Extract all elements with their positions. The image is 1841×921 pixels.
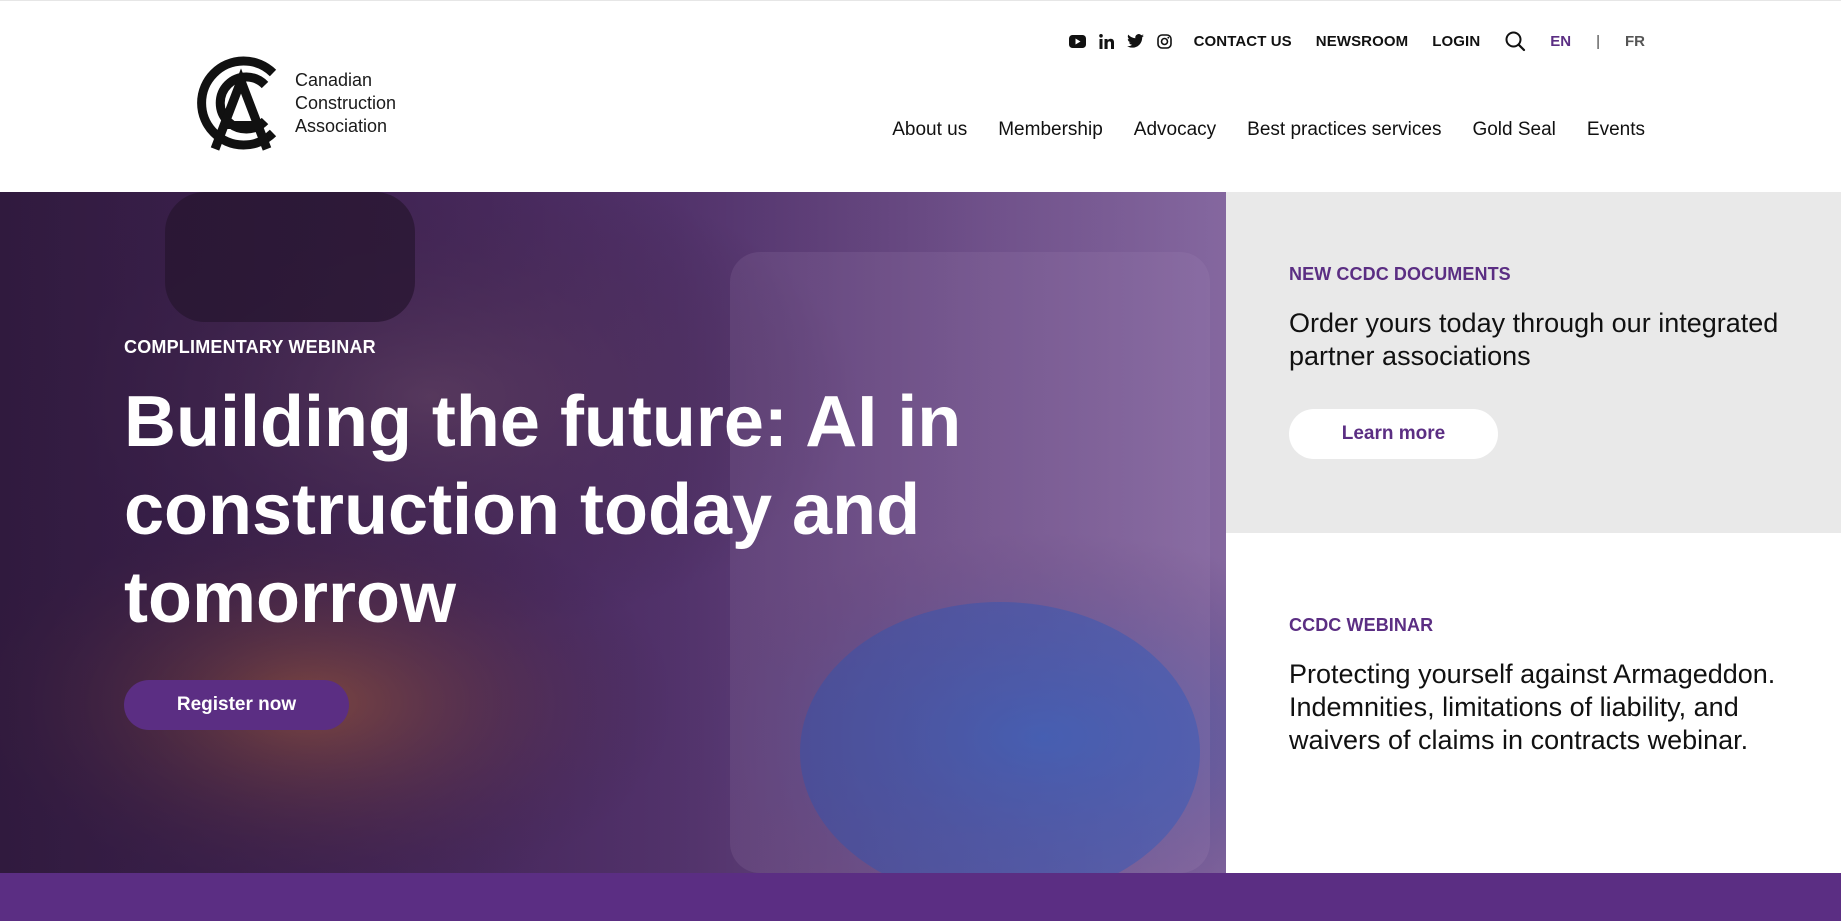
bottom-purple-bar: [0, 873, 1841, 921]
nav-item-gold-seal[interactable]: Gold Seal: [1472, 119, 1555, 141]
nav-item-about-us[interactable]: About us: [892, 119, 967, 141]
brand-name-line: Association: [295, 115, 388, 136]
contact-us-link[interactable]: CONTACT US: [1194, 33, 1292, 50]
search-icon[interactable]: [1504, 30, 1526, 52]
login-link[interactable]: LOGIN: [1432, 33, 1480, 50]
nav-item-membership[interactable]: Membership: [998, 119, 1103, 141]
promo-panel-ccdc-documents: NEW CCDC DOCUMENTS Order yours today thr…: [1226, 192, 1841, 533]
hero-title-line: tomorrow: [124, 558, 456, 638]
hero-banner: COMPLIMENTARY WEBINAR Building the futur…: [0, 192, 1226, 873]
promo-panel-content: NEW CCDC DOCUMENTS Order yours today thr…: [1289, 264, 1801, 459]
language-fr-link[interactable]: FR: [1625, 33, 1645, 50]
promo-panel-ccdc-webinar: CCDC WEBINAR Protecting yourself against…: [1226, 533, 1841, 873]
site-header: Canadian Construction Association CONTAC…: [0, 0, 1841, 192]
hero-title-line: Building the future: AI in: [124, 382, 962, 462]
instagram-icon[interactable]: [1155, 32, 1174, 51]
hero-content: COMPLIMENTARY WEBINAR Building the futur…: [124, 337, 1024, 730]
promo-panel-content: CCDC WEBINAR Protecting yourself against…: [1289, 615, 1801, 757]
promo-text: Order yours today through our integrated…: [1289, 308, 1779, 371]
nav-item-advocacy[interactable]: Advocacy: [1134, 119, 1216, 141]
learn-more-button[interactable]: Learn more: [1289, 409, 1498, 459]
promo-eyebrow: CCDC WEBINAR: [1289, 615, 1434, 635]
nav-item-events[interactable]: Events: [1587, 119, 1645, 141]
twitter-icon[interactable]: [1126, 32, 1145, 51]
language-separator: |: [1596, 32, 1600, 50]
utility-nav: CONTACT US NEWSROOM LOGIN EN | FR: [1068, 27, 1645, 55]
hero-title: Building the future: AI in construction …: [124, 378, 1024, 642]
youtube-icon[interactable]: [1068, 32, 1087, 51]
hero-eyebrow: COMPLIMENTARY WEBINAR: [124, 337, 376, 357]
newsroom-link[interactable]: NEWSROOM: [1316, 33, 1408, 50]
register-now-button[interactable]: Register now: [124, 680, 349, 730]
promo-text[interactable]: Protecting yourself against Armageddon. …: [1289, 658, 1801, 757]
social-links: [1068, 32, 1174, 51]
brand-logo[interactable]: Canadian Construction Association: [193, 51, 396, 155]
cca-logo-mark: [197, 56, 277, 151]
brand-name-line: Construction: [295, 92, 397, 113]
brand-name: Canadian Construction Association: [295, 69, 396, 138]
main-nav: About us Membership Advocacy Best practi…: [892, 119, 1645, 141]
language-en-link[interactable]: EN: [1550, 33, 1571, 50]
promo-eyebrow: NEW CCDC DOCUMENTS: [1289, 264, 1511, 284]
hero-title-line: construction today and: [124, 470, 921, 550]
linkedin-icon[interactable]: [1097, 32, 1116, 51]
nav-item-best-practices[interactable]: Best practices services: [1247, 119, 1441, 141]
brand-name-line: Canadian: [295, 69, 373, 90]
